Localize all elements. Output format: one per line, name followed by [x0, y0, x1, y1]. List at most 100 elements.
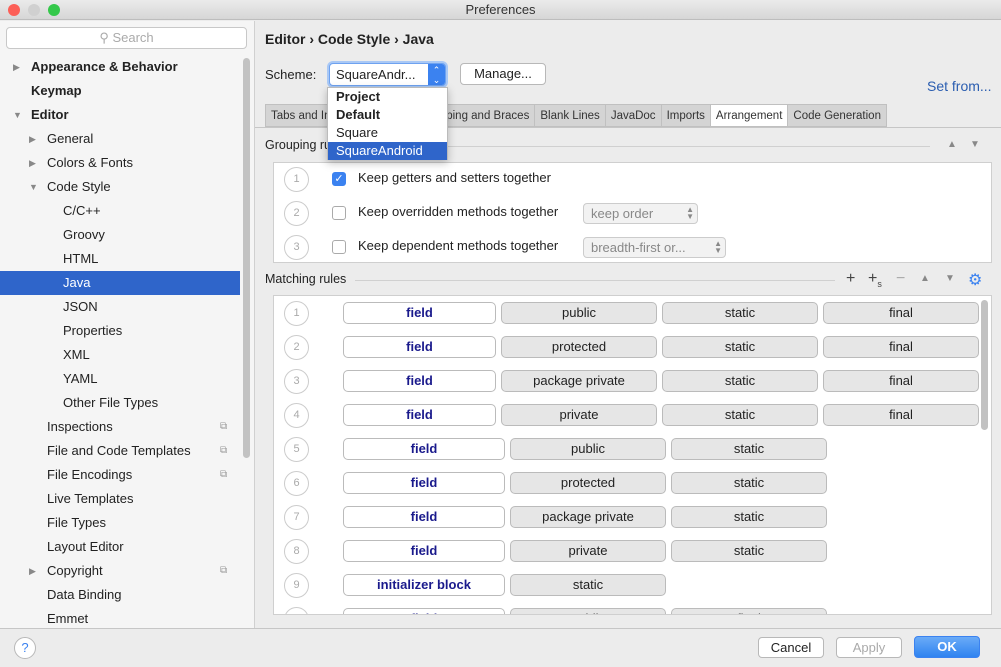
sidebar-item-code-style[interactable]: ▼ Code Style [0, 175, 240, 199]
rule-token-field[interactable]: field [343, 302, 496, 324]
sidebar-item-label: File Encodings [47, 467, 133, 482]
sidebar-item-html[interactable]: HTML [0, 247, 240, 271]
sidebar-item-other-file-types[interactable]: Other File Types [0, 391, 240, 415]
rule-token-static[interactable]: static [662, 370, 818, 392]
rule-token-public[interactable]: public [510, 608, 666, 614]
scheme-select[interactable]: SquareAndr... ⌃ ⌄ [329, 63, 446, 86]
rule-token-static[interactable]: static [662, 404, 818, 426]
rule-token-field[interactable]: field [343, 336, 496, 358]
rule-token-field[interactable]: field [343, 540, 505, 562]
sidebar-item-data-binding[interactable]: Data Binding [0, 583, 240, 607]
close-window-button[interactable] [8, 4, 20, 16]
rule-token-package-private[interactable]: package private [510, 506, 666, 528]
gear-icon[interactable]: ⚙ [968, 270, 982, 290]
group-order-select[interactable]: breadth-first or... ▲ ▼ [583, 237, 726, 258]
tab-code-generation[interactable]: Code Generation [787, 104, 887, 127]
chevron-right-icon[interactable]: ▶ [29, 559, 36, 583]
move-up-icon[interactable]: ▲ [947, 139, 957, 150]
sidebar-item-json[interactable]: JSON [0, 295, 240, 319]
move-down-icon[interactable]: ▼ [970, 139, 980, 150]
tab-arrangement[interactable]: Arrangement [709, 104, 788, 127]
sidebar-item-inspections[interactable]: Inspections ⧉ [0, 415, 240, 439]
sidebar-item-java[interactable]: Java [0, 271, 240, 295]
sidebar-item-c-c-[interactable]: C/C++ [0, 199, 240, 223]
rule-token-field[interactable]: field [343, 438, 505, 460]
rule-token-initializer-block[interactable]: initializer block [343, 574, 505, 596]
set-from-link[interactable]: Set from... [927, 78, 992, 94]
rule-token-field[interactable]: field [343, 608, 505, 614]
group-checkbox[interactable] [332, 240, 346, 254]
rules-scrollbar[interactable] [981, 300, 988, 430]
scheme-option[interactable]: Default [328, 106, 447, 124]
move-up-icon[interactable]: ▲ [920, 273, 930, 284]
rule-token-static[interactable]: static [671, 472, 827, 494]
sidebar-item-appearance-behavior[interactable]: ▶ Appearance & Behavior [0, 55, 240, 79]
sidebar-item-layout-editor[interactable]: Layout Editor [0, 535, 240, 559]
manage-button[interactable]: Manage... [460, 63, 546, 85]
rule-token-static[interactable]: static [510, 574, 666, 596]
rule-token-public[interactable]: public [510, 438, 666, 460]
rule-token-field[interactable]: field [343, 404, 496, 426]
group-order-select[interactable]: keep order ▲ ▼ [583, 203, 698, 224]
chevron-right-icon[interactable]: ▶ [29, 127, 36, 151]
sidebar-item-colors-fonts[interactable]: ▶ Colors & Fonts [0, 151, 240, 175]
sidebar-item-editor[interactable]: ▼ Editor [0, 103, 240, 127]
sidebar-item-file-and-code-templates[interactable]: File and Code Templates ⧉ [0, 439, 240, 463]
group-checkbox[interactable]: ✓ [332, 172, 346, 186]
rule-token-static[interactable]: static [662, 336, 818, 358]
rule-token-final[interactable]: final [823, 404, 979, 426]
zoom-window-button[interactable] [48, 4, 60, 16]
sidebar-item-copyright[interactable]: ▶ Copyright ⧉ [0, 559, 240, 583]
move-down-icon[interactable]: ▼ [945, 273, 955, 284]
rule-token-private[interactable]: private [501, 404, 657, 426]
rule-token-field[interactable]: field [343, 472, 505, 494]
rule-token-static[interactable]: static [671, 540, 827, 562]
chevron-right-icon[interactable]: ▶ [29, 151, 36, 175]
sidebar-item-properties[interactable]: Properties [0, 319, 240, 343]
chevron-right-icon[interactable]: ▶ [13, 55, 20, 79]
rule-token-final[interactable]: final [671, 608, 827, 614]
rule-token-final[interactable]: final [823, 336, 979, 358]
rule-token-field[interactable]: field [343, 370, 496, 392]
group-checkbox[interactable] [332, 206, 346, 220]
help-button[interactable]: ? [14, 637, 36, 659]
add-section-icon[interactable]: +s [868, 270, 882, 289]
rule-token-field[interactable]: field [343, 506, 505, 528]
search-input[interactable]: ⚲ Search [6, 27, 247, 49]
remove-rule-icon[interactable]: − [896, 270, 905, 288]
apply-button[interactable]: Apply [836, 637, 902, 658]
rule-token-public[interactable]: public [501, 302, 657, 324]
rule-token-static[interactable]: static [671, 438, 827, 460]
tab-imports[interactable]: Imports [660, 104, 710, 127]
sidebar-item-keymap[interactable]: Keymap [0, 79, 240, 103]
scheme-option[interactable]: Project [328, 88, 447, 106]
sidebar-item-xml[interactable]: XML [0, 343, 240, 367]
chevron-down-icon[interactable]: ▼ [13, 103, 22, 127]
rule-token-protected[interactable]: protected [501, 336, 657, 358]
ok-button[interactable]: OK [914, 636, 980, 658]
sidebar-item-file-encodings[interactable]: File Encodings ⧉ [0, 463, 240, 487]
sidebar-item-general[interactable]: ▶ General [0, 127, 240, 151]
sidebar-item-groovy[interactable]: Groovy [0, 223, 240, 247]
sidebar-item-label: XML [63, 347, 90, 362]
cancel-button[interactable]: Cancel [758, 637, 824, 658]
sidebar-item-yaml[interactable]: YAML [0, 367, 240, 391]
minimize-window-button[interactable] [28, 4, 40, 16]
tab-javadoc[interactable]: JavaDoc [604, 104, 661, 127]
chevron-down-icon[interactable]: ▼ [29, 175, 38, 199]
sidebar-item-file-types[interactable]: File Types [0, 511, 240, 535]
rule-token-private[interactable]: private [510, 540, 666, 562]
scheme-option[interactable]: SquareAndroid [328, 142, 447, 160]
rule-token-static[interactable]: static [662, 302, 818, 324]
rule-token-protected[interactable]: protected [510, 472, 666, 494]
sidebar-item-emmet[interactable]: Emmet [0, 607, 240, 628]
rule-token-package-private[interactable]: package private [501, 370, 657, 392]
sidebar-scrollbar[interactable] [243, 58, 250, 458]
rule-token-final[interactable]: final [823, 302, 979, 324]
tab-blank-lines[interactable]: Blank Lines [534, 104, 605, 127]
add-rule-icon[interactable]: + [846, 270, 855, 288]
rule-token-final[interactable]: final [823, 370, 979, 392]
scheme-option[interactable]: Square [328, 124, 447, 142]
sidebar-item-live-templates[interactable]: Live Templates [0, 487, 240, 511]
rule-token-static[interactable]: static [671, 506, 827, 528]
